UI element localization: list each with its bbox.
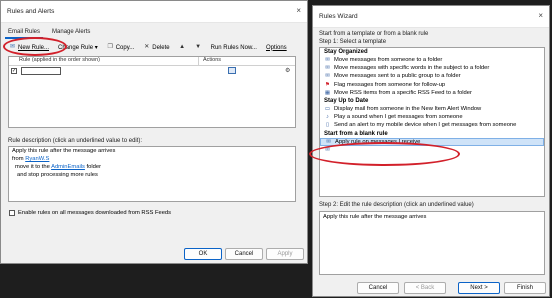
- template-label: Send an alert to my mobile device when I…: [334, 122, 517, 129]
- mobile-icon: ▯: [325, 122, 330, 129]
- template-label: Apply rule on messages I receive: [335, 138, 421, 145]
- rss-icon: ▦: [324, 89, 331, 96]
- ok-button[interactable]: OK: [184, 248, 222, 260]
- step1-label: Step 1: Select a template: [319, 39, 387, 45]
- folder-link[interactable]: AdminEmails: [51, 164, 85, 170]
- description-line: Apply this rule after the message arrive…: [12, 148, 116, 154]
- checkbox-box[interactable]: [9, 210, 15, 216]
- cancel-button[interactable]: Cancel: [225, 248, 263, 260]
- list-item[interactable]: ✉: [320, 146, 544, 154]
- envelope-icon: ✉: [325, 73, 330, 80]
- dialog-title: Rules Wizard: [319, 13, 358, 20]
- rules-and-alerts-dialog: Rules and Alerts × Email Rules Manage Al…: [0, 0, 308, 264]
- run-rules-now-label: Run Rules Now...: [210, 44, 257, 51]
- section-heading: Stay Organized: [324, 49, 368, 55]
- rule-name-field[interactable]: [21, 67, 61, 75]
- move-down-button[interactable]: ▼: [193, 43, 204, 52]
- rules-list-header: Rule (applied in the order shown) Action…: [9, 57, 295, 66]
- list-item[interactable]: ▯ Send an alert to my mobile device when…: [320, 121, 544, 129]
- next-button[interactable]: Next >: [458, 282, 500, 294]
- finish-button[interactable]: Finish: [504, 282, 546, 294]
- list-item[interactable]: ⚑ Flag messages from someone for follow-…: [320, 81, 544, 89]
- envelope-icon: ✉: [325, 57, 330, 64]
- template-label: Move messages from someone to a folder: [334, 57, 443, 64]
- dialog-title: Rules and Alerts: [7, 8, 55, 15]
- titlebar: Rules Wizard ×: [313, 6, 549, 28]
- delete-label: Delete: [152, 44, 170, 51]
- template-label: Flag messages from someone for follow-up: [334, 81, 446, 88]
- alert-window-icon: ▭: [324, 106, 331, 113]
- template-label: Move messages sent to a public group to …: [334, 73, 461, 80]
- sender-link[interactable]: RyanW.S: [25, 156, 49, 162]
- options-label: Options: [265, 44, 287, 51]
- col-actions-header[interactable]: Actions: [199, 57, 221, 65]
- arrow-down-icon: ▼: [195, 44, 202, 50]
- rules-list[interactable]: Rule (applied in the order shown) Action…: [8, 56, 296, 128]
- template-label: Display mail from someone in the New Ite…: [334, 106, 482, 113]
- rule-description-box: Apply this rule after the message arrive…: [8, 146, 296, 202]
- arrow-up-icon: ▲: [179, 44, 186, 50]
- template-list[interactable]: Stay Organized ✉ Move messages from some…: [319, 47, 545, 197]
- rule-enabled-checkbox[interactable]: ✓: [11, 68, 17, 74]
- run-rules-now-button[interactable]: Run Rules Now...: [209, 44, 259, 52]
- section-heading: Start from a blank rule: [324, 130, 388, 137]
- rss-rules-checkbox[interactable]: Enable rules on all messages downloaded …: [9, 210, 171, 216]
- back-button[interactable]: < Back: [404, 282, 446, 294]
- description-line: move it to the AdminEmails folder: [9, 163, 295, 171]
- rss-rules-label: Enable rules on all messages downloaded …: [18, 210, 172, 216]
- description-label: Rule description (click an underlined va…: [8, 138, 143, 144]
- new-rule-label: New Rule...: [18, 44, 50, 51]
- move-to-folder-icon: [228, 67, 236, 74]
- rules-toolbar: ✉ New Rule... Change Rule ▾ ❐ Copy... ✕ …: [7, 43, 289, 52]
- envelope-icon: ✉: [325, 146, 330, 153]
- description-text: move it to the: [15, 164, 52, 170]
- close-icon[interactable]: ×: [296, 6, 301, 15]
- move-up-button[interactable]: ▲: [177, 43, 188, 52]
- copy-label: Copy...: [115, 44, 135, 51]
- titlebar: Rules and Alerts ×: [1, 1, 307, 23]
- list-item[interactable]: ✉ Move messages sent to a public group t…: [320, 72, 544, 80]
- change-rule-button[interactable]: Change Rule ▾: [56, 43, 100, 52]
- description-text: from: [12, 156, 26, 162]
- new-rule-icon: ✉: [9, 44, 16, 50]
- new-rule-button[interactable]: ✉ New Rule...: [7, 43, 51, 52]
- tab-strip: Email Rules Manage Alerts: [5, 28, 93, 39]
- description-line: Apply this rule after the message arrive…: [323, 214, 427, 220]
- change-rule-label: Change Rule ▾: [58, 45, 98, 51]
- tab-email-rules[interactable]: Email Rules: [5, 28, 44, 39]
- delete-icon: ✕: [144, 44, 150, 50]
- list-item[interactable]: ♪ Play a sound when I get messages from …: [320, 113, 544, 121]
- step2-description-box: Apply this rule after the message arrive…: [319, 211, 545, 275]
- tab-manage-alerts[interactable]: Manage Alerts: [49, 28, 93, 39]
- close-icon[interactable]: ×: [538, 11, 543, 20]
- list-item[interactable]: ▦ Move RSS items from a specific RSS Fee…: [320, 89, 544, 97]
- template-label: Move messages with specific words in the…: [334, 65, 490, 72]
- section-heading: Stay Up to Date: [324, 97, 369, 104]
- apply-button[interactable]: Apply: [266, 248, 304, 260]
- copy-icon: ❐: [107, 44, 113, 50]
- description-text: folder: [84, 164, 102, 170]
- wizard-intro: Start from a template or from a blank ru…: [319, 31, 429, 37]
- options-button[interactable]: Options: [264, 44, 289, 52]
- list-item[interactable]: ✉ Move messages from someone to a folder: [320, 56, 544, 64]
- list-item[interactable]: ✉ Move messages with specific words in t…: [320, 64, 544, 72]
- cancel-button[interactable]: Cancel: [357, 282, 399, 294]
- template-label: Move RSS items from a specific RSS Feed …: [334, 89, 472, 96]
- envelope-icon: ✉: [326, 138, 331, 145]
- list-item-selected[interactable]: ✉ Apply rule on messages I receive: [320, 137, 544, 146]
- rule-actions-icon: ⚙: [285, 68, 291, 74]
- description-line: and stop processing more rules: [17, 172, 98, 178]
- flag-icon: ⚑: [325, 81, 330, 88]
- step2-label: Step 2: Edit the rule description (click…: [319, 202, 474, 208]
- rules-wizard-dialog: Rules Wizard × Start from a template or …: [312, 5, 550, 297]
- table-row[interactable]: ✓ ⚙: [9, 66, 295, 76]
- delete-button[interactable]: ✕ Delete: [141, 43, 171, 52]
- sound-icon: ♪: [326, 114, 329, 121]
- template-label: Play a sound when I get messages from so…: [334, 114, 463, 121]
- envelope-icon: ✉: [325, 65, 330, 72]
- description-line: from RyanW.S: [9, 155, 295, 163]
- list-item[interactable]: ▭ Display mail from someone in the New I…: [320, 105, 544, 113]
- copy-button[interactable]: ❐ Copy...: [105, 43, 137, 52]
- col-rule-header[interactable]: Rule (applied in the order shown): [9, 57, 199, 65]
